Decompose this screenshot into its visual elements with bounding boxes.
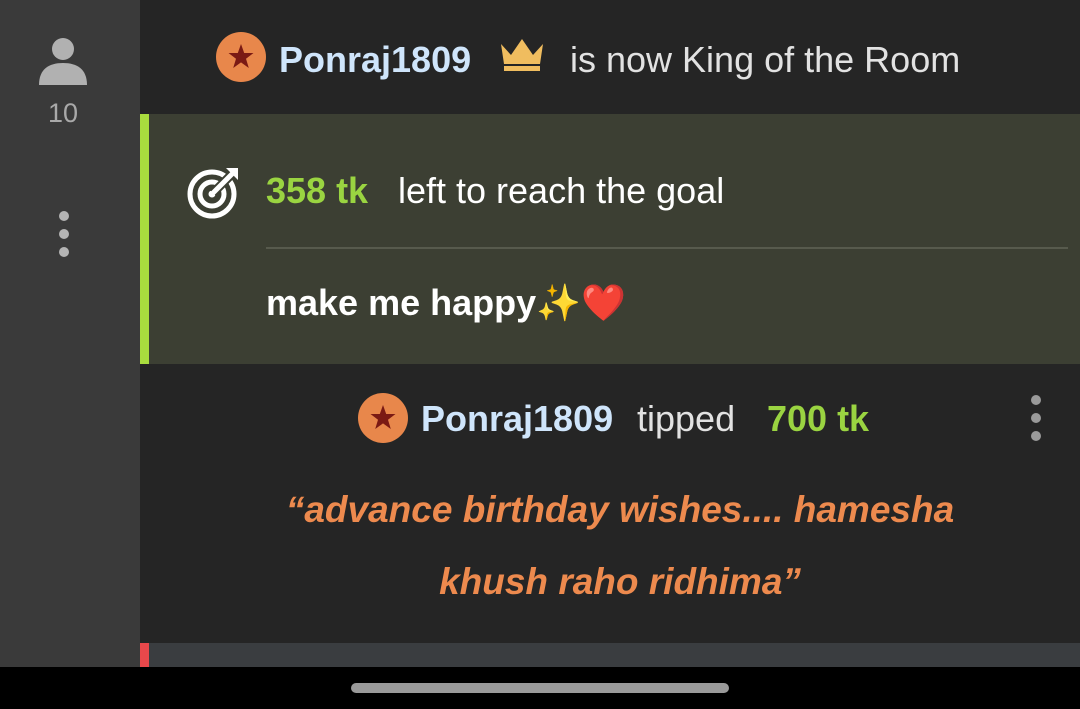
system-nav-bar [0, 667, 1080, 709]
vertical-ellipsis-icon [59, 211, 69, 221]
tip-message-line: “advance birthday wishes.... hamesha [285, 489, 955, 530]
tip-more-button[interactable] [1028, 392, 1044, 444]
rail-more-button[interactable] [56, 208, 72, 260]
home-gesture-handle[interactable] [351, 683, 729, 693]
tip-message-text: “advance birthday wishes.... hamesha khu… [180, 474, 1060, 618]
chat-feed: Ponraj1809 is now King of the Room 358 t… [140, 0, 1080, 667]
tip-message-line: khush raho ridhima” [439, 561, 801, 602]
crown-icon [498, 36, 546, 72]
goal-divider [266, 247, 1068, 249]
king-event-row: Ponraj1809 is now King of the Room [140, 0, 1080, 112]
tip-message-block: Ponraj1809 tipped 700 tk “advance birthd… [140, 366, 1080, 643]
goal-remaining-text: left to reach the goal [398, 170, 725, 211]
king-username[interactable]: Ponraj1809 [279, 39, 471, 81]
star-badge-icon [216, 32, 266, 82]
goal-description: make me happy✨❤️ [266, 282, 626, 323]
goal-remaining-amount: 358 tk [266, 170, 369, 211]
next-row-accent [140, 643, 149, 667]
tip-verb: tipped [637, 398, 736, 439]
viewer-count: 10 [47, 98, 79, 128]
tip-username[interactable]: Ponraj1809 [421, 398, 613, 440]
star-badge-icon [358, 393, 408, 443]
user-silhouette-icon[interactable] [38, 36, 88, 86]
tip-amount: 700 tk [767, 398, 870, 439]
target-icon [186, 164, 242, 220]
next-chat-row [140, 643, 1080, 667]
goal-panel: 358 tk left to reach the goal make me ha… [140, 114, 1080, 364]
left-rail: 10 [0, 0, 140, 667]
chat-screen: 10 Ponraj1809 is now King of the Room 35… [0, 0, 1080, 709]
king-message: is now King of the Room [570, 39, 961, 80]
vertical-ellipsis-icon [1031, 395, 1041, 405]
